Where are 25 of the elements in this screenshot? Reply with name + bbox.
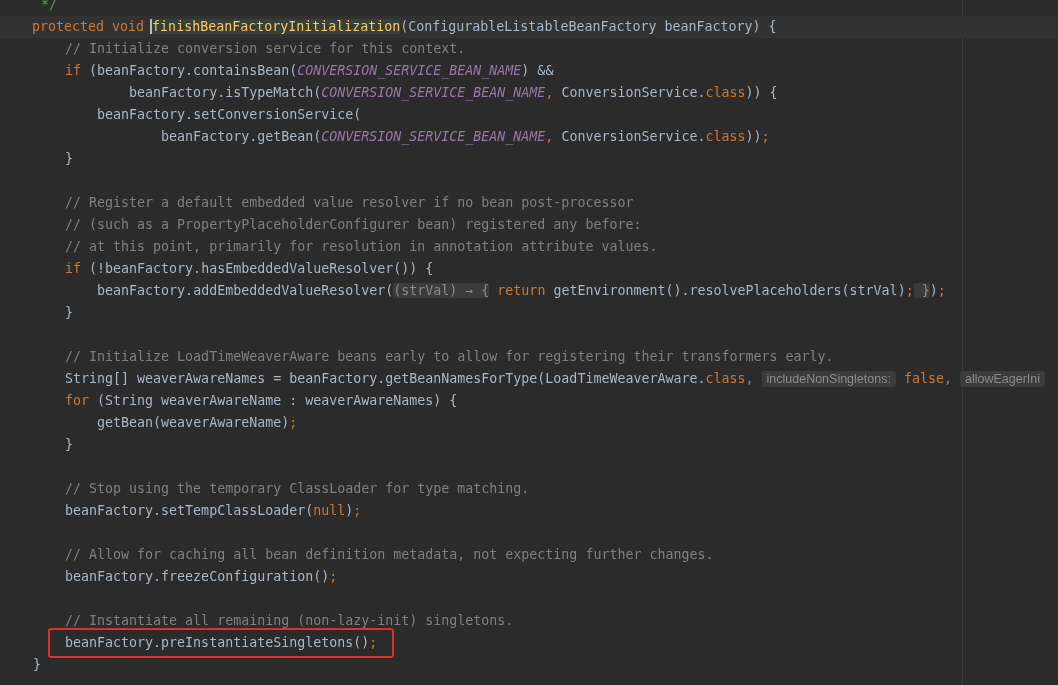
code-line: // Stop using the temporary ClassLoader for type matching. bbox=[65, 480, 530, 498]
code-line: // Register a default embedded value resolver if no bean post-processor bbox=[65, 194, 634, 212]
code-line: if (beanFactory.containsBean(CONVERSION_SERVICE_BEAN_NAME) && bbox=[65, 62, 554, 81]
code-line: getBean(weaverAwareName); bbox=[97, 414, 298, 432]
code-line: } bbox=[33, 656, 42, 674]
code-line: } bbox=[65, 150, 74, 168]
code-line: beanFactory.isTypeMatch(CONVERSION_SERVICE_BEAN_NAME, ConversionService.class)) { bbox=[129, 84, 778, 103]
code-line: beanFactory.setTempClassLoader(null); bbox=[65, 502, 362, 520]
code-line: beanFactory.addEmbeddedValueResolver((strVal) → { return getEnvironment().resolvePlaceholders(strVal); }); bbox=[97, 282, 946, 300]
code-line: } bbox=[65, 436, 74, 454]
code-line: // Initialize conversion service for this context. bbox=[65, 40, 466, 58]
code-line: for (String weaverAwareName : weaverAwareNames) { bbox=[65, 392, 458, 410]
code-line: beanFactory.getBean(CONVERSION_SERVICE_BEAN_NAME, ConversionService.class)); bbox=[161, 128, 770, 147]
code-line: // Initialize LoadTimeWeaverAware beans early to allow for registering their transformers early. bbox=[65, 348, 834, 366]
code-line: if (!beanFactory.hasEmbeddedValueResolver()) { bbox=[65, 260, 434, 278]
code-line: // (such as a PropertyPlaceholderConfigurer bean) registered any before: bbox=[65, 216, 642, 234]
code-line: // Instantiate all remaining (non-lazy-init) singletons. bbox=[65, 612, 514, 630]
code-line: // at this point, primarily for resolution in annotation attribute values. bbox=[65, 238, 658, 256]
code-line: } bbox=[65, 304, 74, 322]
code-line: beanFactory.freezeConfiguration(); bbox=[65, 568, 338, 586]
code-editor[interactable] bbox=[0, 0, 1058, 685]
code-line: // Allow for caching all bean definition metadata, not expecting further changes. bbox=[65, 546, 714, 564]
code-line: String[] weaverAwareNames = beanFactory.getBeanNamesForType(LoadTimeWeaverAware.class, includeNonSingletons: false, allowEagerIni bbox=[65, 368, 1045, 390]
code-line: beanFactory.setConversionService( bbox=[97, 106, 362, 124]
code-line: protected void finishBeanFactoryInitialization(ConfigurableListableBeanFactory beanFactory) { bbox=[32, 18, 777, 36]
